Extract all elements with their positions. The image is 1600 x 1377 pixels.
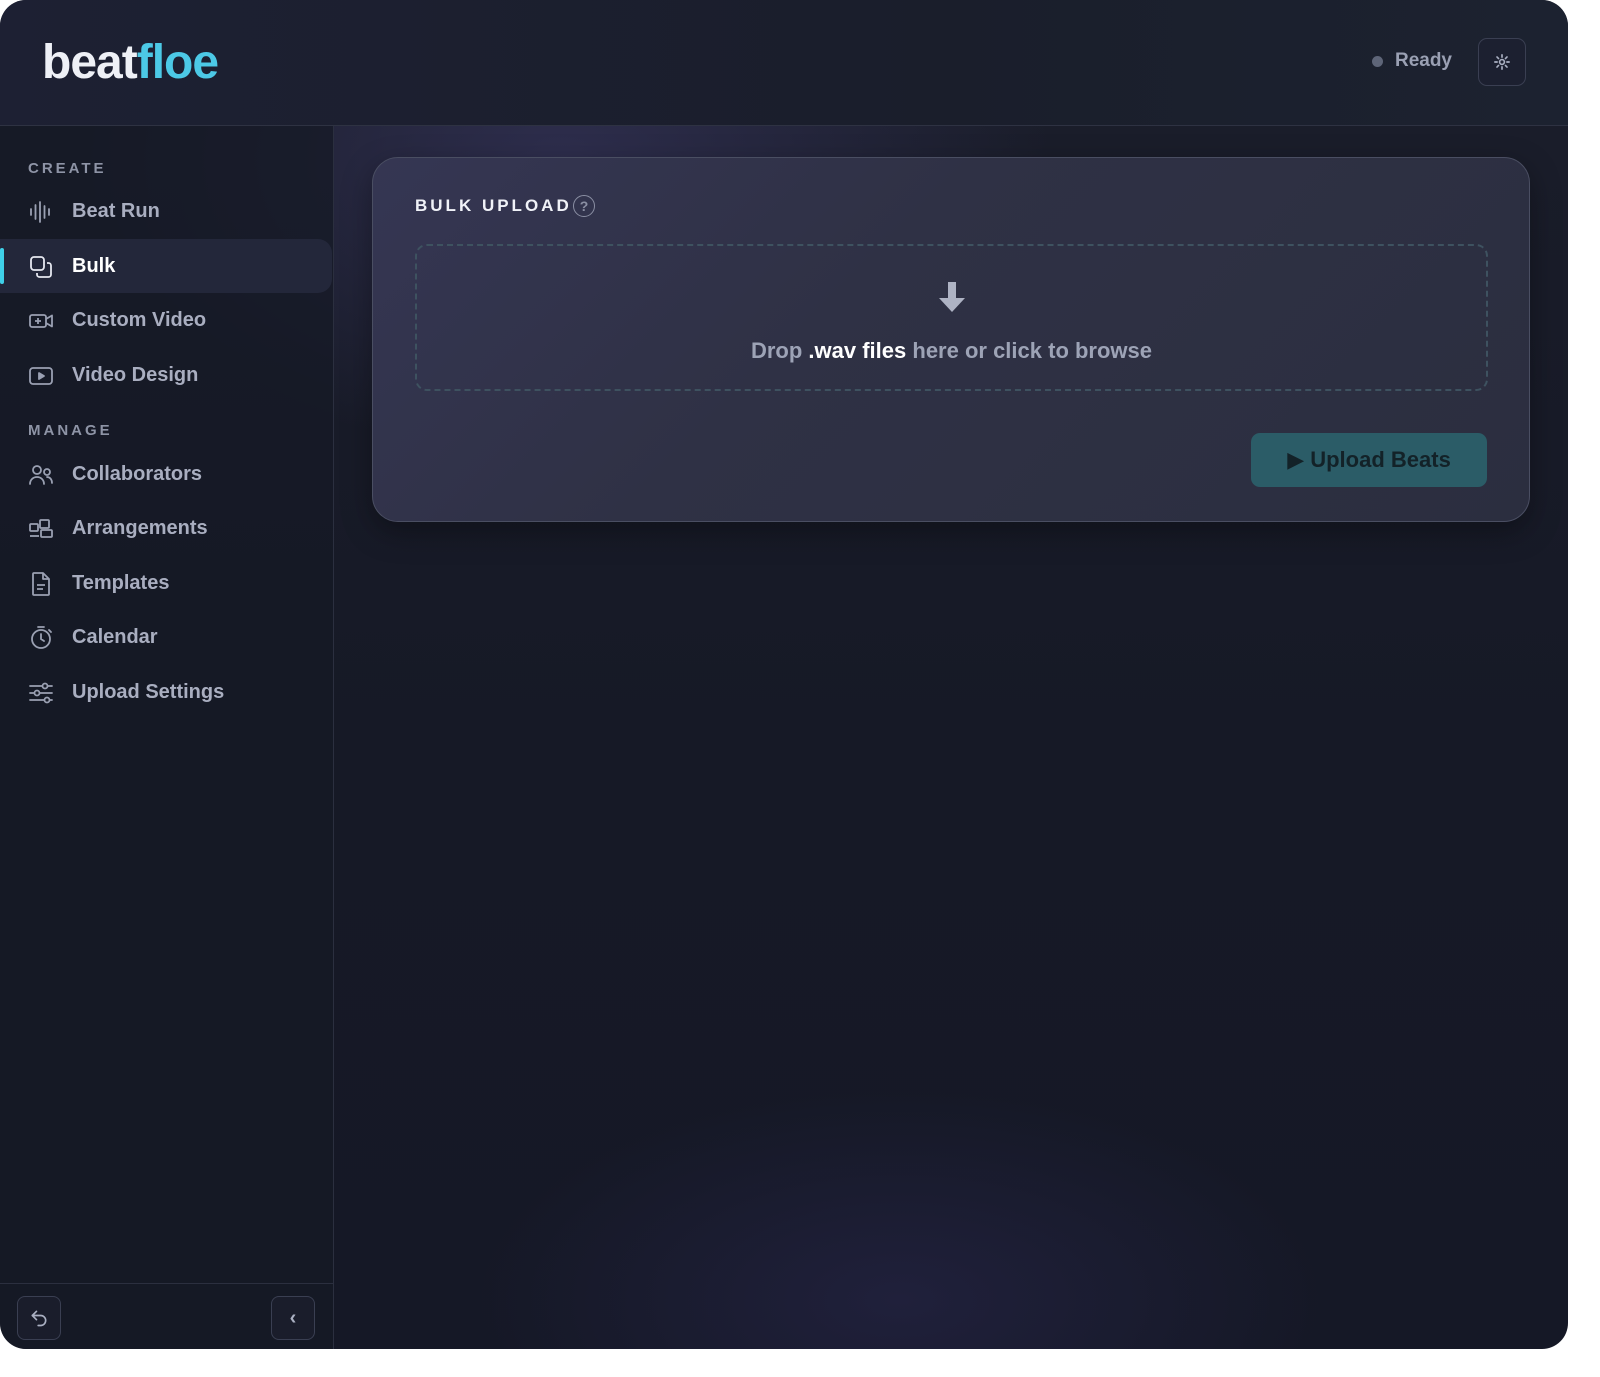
sidebar-item-label: Templates xyxy=(72,571,170,594)
video-camera-icon xyxy=(29,314,53,328)
section-label-create: CREATE xyxy=(28,160,107,177)
status-text: Ready xyxy=(1394,50,1452,71)
stack-icon xyxy=(30,256,52,278)
file-dropzone[interactable]: Drop .wav files here or click to browse xyxy=(415,244,1488,391)
sidebar-item-label: Video Design xyxy=(72,363,199,386)
play-screen-icon xyxy=(29,367,53,385)
sidebar-item-label: Calendar xyxy=(72,625,158,648)
status-indicator: Ready xyxy=(1371,50,1452,72)
sidebar-item-custom-video[interactable]: Custom Video xyxy=(0,293,332,347)
dropzone-text-suffix: here or click to browse xyxy=(906,338,1153,363)
download-arrow-icon xyxy=(938,282,965,312)
sidebar-item-bulk[interactable]: Bulk xyxy=(0,239,332,293)
logo-part-floe: floe xyxy=(136,36,219,89)
app-window: beatfloe Ready CREATE Beat Run Bulk Cust… xyxy=(0,0,1568,1349)
active-indicator xyxy=(0,248,4,284)
sidebar-footer: ‹ xyxy=(0,1283,333,1349)
users-icon xyxy=(29,465,53,485)
sidebar-item-calendar[interactable]: Calendar xyxy=(0,610,332,664)
document-icon xyxy=(32,572,50,596)
section-label-manage: MANAGE xyxy=(28,422,113,439)
blocks-icon xyxy=(29,519,53,538)
top-bar: beatfloe Ready xyxy=(0,0,1568,126)
stopwatch-icon xyxy=(31,626,52,649)
dropzone-text-prefix: Drop xyxy=(750,338,809,363)
dropzone-text-filetype: .wav files xyxy=(808,338,907,363)
help-icon[interactable]: ? xyxy=(573,195,595,217)
sidebar-item-label: Collaborators xyxy=(72,462,203,485)
sidebar-item-collaborators[interactable]: Collaborators xyxy=(0,447,332,501)
waveform-icon xyxy=(30,201,50,223)
gear-icon xyxy=(1494,54,1510,70)
sidebar-item-upload-settings[interactable]: Upload Settings xyxy=(0,665,332,719)
sidebar-item-video-design[interactable]: Video Design xyxy=(0,348,332,402)
settings-button[interactable] xyxy=(1478,38,1526,86)
dropzone-text: Drop .wav files here or click to browse xyxy=(417,338,1486,364)
sidebar-item-label: Upload Settings xyxy=(72,680,225,703)
sidebar-item-label: Arrangements xyxy=(72,516,208,539)
sidebar: CREATE Beat Run Bulk Custom Video Video … xyxy=(0,126,334,1349)
sidebar-item-beat-run[interactable]: Beat Run xyxy=(0,184,332,238)
sidebar-item-label: Bulk xyxy=(72,254,116,277)
card-title: BULK UPLOAD xyxy=(415,196,572,215)
sidebar-item-templates[interactable]: Templates xyxy=(0,556,332,610)
sidebar-item-label: Custom Video xyxy=(72,308,207,331)
sliders-icon xyxy=(29,682,53,704)
sidebar-item-arrangements[interactable]: Arrangements xyxy=(0,501,332,555)
chevron-left-icon: ‹ xyxy=(289,1306,297,1329)
sidebar-item-label: Beat Run xyxy=(72,199,160,222)
upload-beats-button[interactable]: ▶ Upload Beats xyxy=(1251,433,1487,487)
collapse-sidebar-button[interactable]: ‹ xyxy=(271,1296,315,1340)
bulk-upload-card: BULK UPLOAD ? Drop .wav files here or cl… xyxy=(372,157,1530,522)
return-icon xyxy=(31,1310,47,1327)
status-dot xyxy=(1371,55,1383,67)
logo-part-beat: beat xyxy=(42,36,138,89)
back-button[interactable] xyxy=(17,1296,61,1340)
app-logo: beatfloe xyxy=(42,36,219,90)
